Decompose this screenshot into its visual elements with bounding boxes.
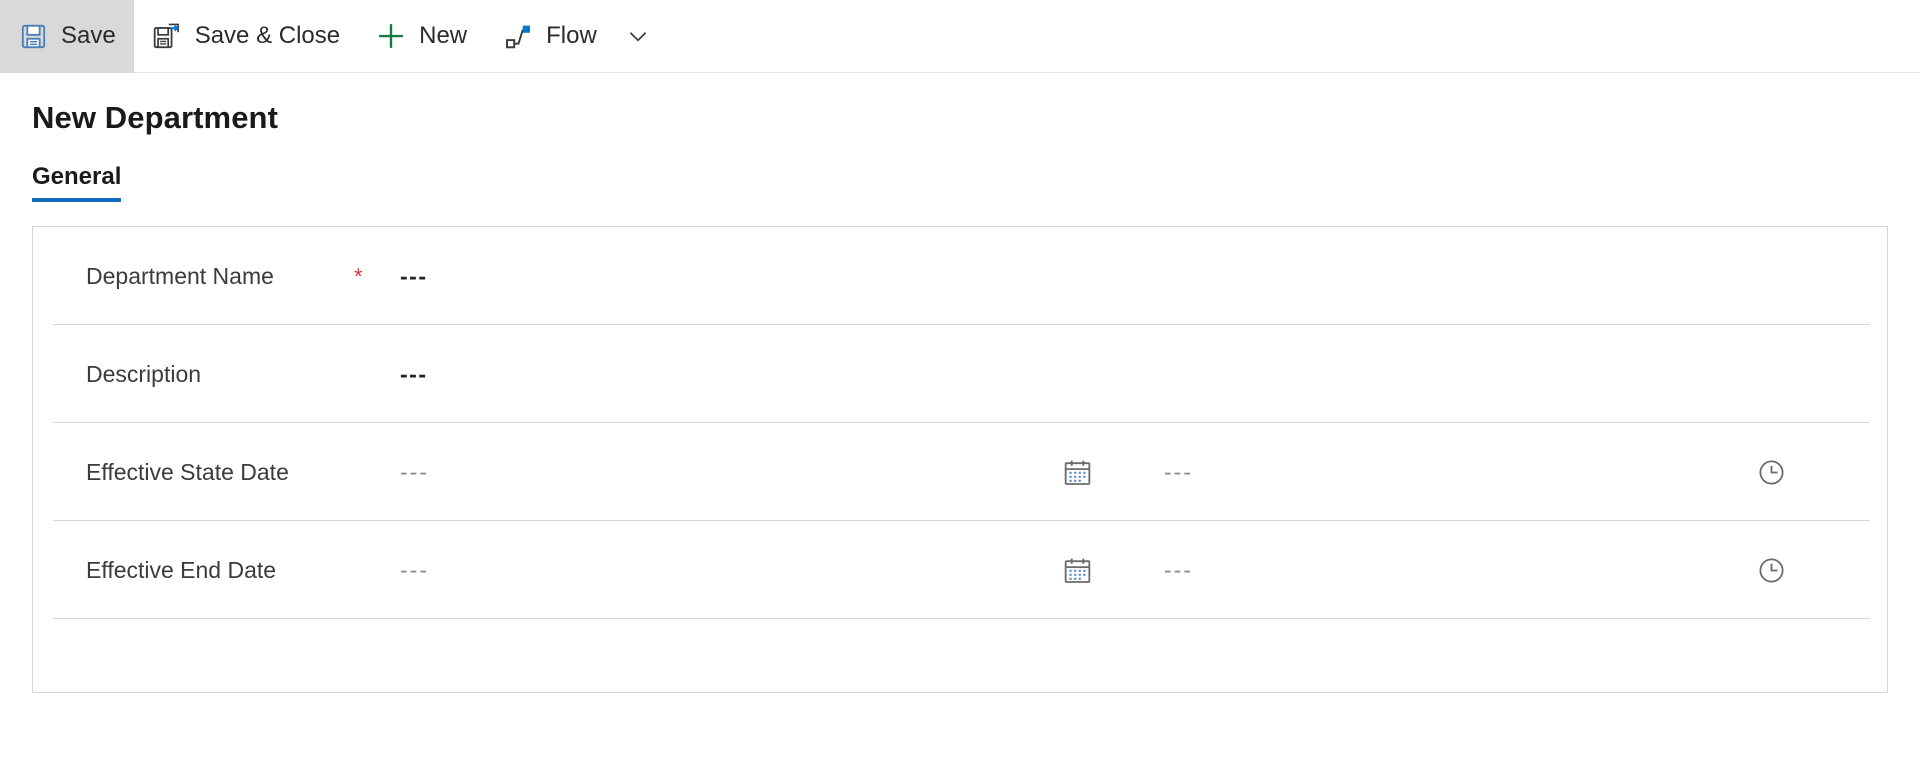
effective-state-date-group: --- ---: [400, 455, 1867, 489]
effective-state-date-label: Effective State Date: [86, 458, 289, 485]
page-title: New Department: [32, 100, 279, 135]
calendar-icon[interactable]: [1060, 455, 1094, 489]
description-label: Description: [86, 360, 202, 387]
command-bar: Save Save & Close New Flow: [0, 0, 1920, 73]
flow-icon: [503, 21, 533, 51]
effective-state-date-input[interactable]: ---: [400, 459, 1060, 486]
new-button-label: New: [419, 22, 468, 49]
department-name-required-marker: *: [354, 264, 363, 289]
effective-state-date-required-spacer: [354, 471, 400, 473]
form-row-effective-state-date: Effective State Date --- ---: [33, 423, 1887, 521]
general-form-card: Department Name * --- Description --- Ef…: [32, 226, 1888, 693]
effective-end-date-required-spacer: [354, 569, 400, 571]
save-button[interactable]: Save: [0, 0, 134, 73]
form-row-effective-end-date: Effective End Date --- ---: [33, 521, 1887, 619]
tab-general[interactable]: General: [32, 163, 122, 202]
department-name-input[interactable]: ---: [400, 263, 427, 290]
flow-button-label: Flow: [546, 22, 597, 49]
new-button[interactable]: New: [358, 0, 485, 73]
form-row-description: Description ---: [33, 325, 1887, 423]
description-required-spacer: [354, 373, 400, 375]
department-name-label: Department Name: [86, 262, 274, 289]
plus-icon: [376, 21, 406, 51]
save-and-close-button-label: Save & Close: [194, 22, 341, 49]
effective-end-date-label: Effective End Date: [86, 556, 277, 583]
tab-general-label: General: [32, 163, 122, 190]
save-icon: [18, 21, 48, 51]
page-body: New Department General Department Name *…: [0, 100, 1920, 693]
tab-strip: General: [32, 163, 1920, 202]
effective-end-date-input[interactable]: ---: [400, 557, 1060, 584]
clock-icon[interactable]: [1754, 455, 1788, 489]
calendar-icon[interactable]: [1060, 553, 1094, 587]
save-and-close-button[interactable]: Save & Close: [134, 0, 358, 73]
flow-button[interactable]: Flow: [485, 0, 615, 73]
overflow-chevron-down-icon[interactable]: [615, 0, 661, 73]
save-and-close-icon: [152, 21, 182, 51]
effective-end-time-input[interactable]: ---: [1094, 557, 1754, 584]
clock-icon[interactable]: [1754, 553, 1788, 587]
save-button-label: Save: [61, 22, 116, 49]
effective-state-time-input[interactable]: ---: [1094, 459, 1754, 486]
effective-end-date-group: --- ---: [400, 553, 1867, 587]
form-row-department-name: Department Name * ---: [33, 227, 1887, 325]
description-input[interactable]: ---: [400, 361, 427, 388]
